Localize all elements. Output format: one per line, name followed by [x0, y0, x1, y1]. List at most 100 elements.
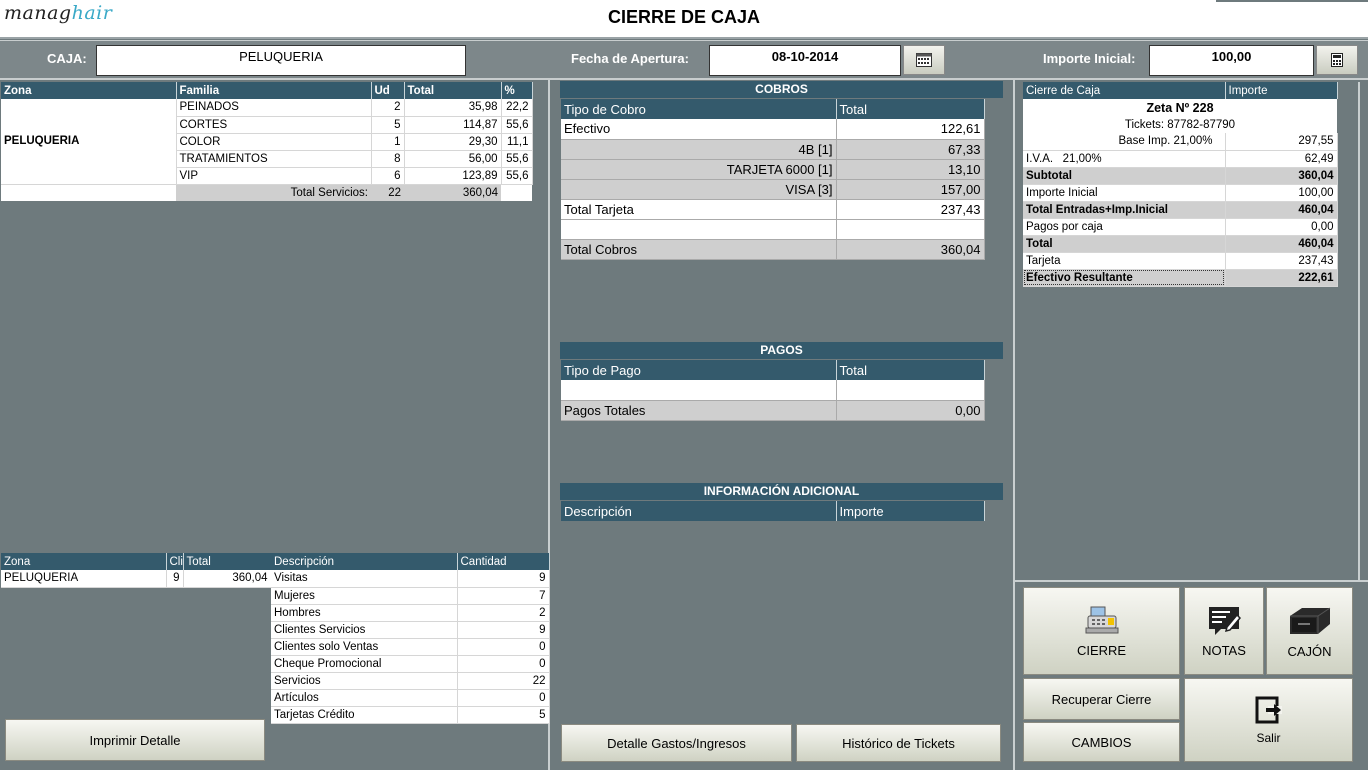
- total-cell: 114,87: [404, 116, 502, 134]
- total-servicios-label: Total Servicios:: [176, 184, 371, 201]
- pagos-table: Tipo de Pago Total Pagos Totales 0,00: [561, 360, 985, 421]
- pct-cell: 55,6: [501, 150, 533, 168]
- table-row[interactable]: 4B [1] 67,33: [561, 139, 985, 160]
- col-tipo-cobro: Tipo de Cobro: [561, 99, 837, 119]
- table-row[interactable]: Pagos por caja 0,00: [1023, 218, 1338, 236]
- total-tarjeta-label: Total Tarjeta: [561, 199, 837, 220]
- imprimir-detalle-button[interactable]: Imprimir Detalle: [5, 719, 265, 761]
- table-row[interactable]: Clientes Servicios 9: [271, 621, 550, 639]
- card-label: TARJETA 6000 [1]: [561, 159, 837, 180]
- pagos-totales-row: Pagos Totales 0,00: [561, 400, 985, 421]
- table-row[interactable]: Mujeres 7: [271, 587, 550, 605]
- historico-tickets-button[interactable]: Histórico de Tickets: [796, 724, 1001, 762]
- subtotal-value: 360,04: [1225, 167, 1338, 185]
- info-adicional-header: Descripción Importe: [561, 501, 985, 521]
- notas-button[interactable]: NOTAS: [1184, 587, 1264, 675]
- importe-inicial-field[interactable]: 100,00: [1149, 45, 1314, 76]
- calculator-button[interactable]: [1316, 45, 1358, 75]
- qty-cell: 7: [457, 587, 550, 605]
- pagos-caja-value: 0,00: [1225, 218, 1338, 236]
- fecha-apertura-field[interactable]: 08-10-2014: [709, 45, 901, 76]
- desc-cell: Clientes Servicios: [271, 621, 458, 639]
- col-total: Total: [836, 99, 985, 119]
- historico-tickets-label: Histórico de Tickets: [842, 735, 955, 751]
- familia-cell: PEINADOS: [176, 99, 372, 117]
- familia-cell: CORTES: [176, 116, 372, 134]
- caja-field[interactable]: PELUQUERIA: [96, 45, 466, 76]
- info-adicional-section-title: INFORMACIÓN ADICIONAL: [560, 483, 1003, 500]
- table-row[interactable]: Artículos 0: [271, 689, 550, 707]
- right-panel-border: [1358, 82, 1360, 582]
- table-row[interactable]: I.V.A. 21,00% 62,49: [1023, 150, 1338, 168]
- ud-cell: 8: [371, 150, 405, 168]
- calendar-button[interactable]: [903, 45, 945, 75]
- table-row[interactable]: Total 460,04: [1023, 235, 1338, 253]
- estadisticas-table: Descripción Cantidad Visitas 9 Mujeres 7 H…: [271, 553, 550, 724]
- col-cli: Cli: [166, 553, 184, 570]
- familia-cell: TRATAMIENTOS: [176, 150, 372, 168]
- card-value: 157,00: [836, 179, 985, 200]
- col-ud: Ud: [371, 82, 405, 99]
- table-row[interactable]: Efectivo Resultante 222,61: [1023, 269, 1338, 287]
- cierre-caja-header: Cierre de Caja Importe: [1023, 82, 1338, 99]
- empty-cell: [501, 184, 532, 201]
- tarjeta-value: 237,43: [1225, 252, 1338, 270]
- cajon-button[interactable]: CAJÓN: [1266, 587, 1353, 675]
- table-row[interactable]: Total Tarjeta 237,43: [561, 199, 985, 220]
- familias-table: Zona Familia Ud Total % PELUQUERIA PEINA…: [1, 82, 533, 201]
- cobros-table: Tipo de Cobro Total Efectivo 122,61 4B [1…: [561, 99, 985, 260]
- desc-cell: Mujeres: [271, 587, 458, 605]
- total-cobros-label: Total Cobros: [561, 239, 837, 260]
- table-row[interactable]: Tarjeta 237,43: [1023, 252, 1338, 270]
- desc-cell: Hombres: [271, 604, 458, 622]
- col-familia: Familia: [176, 82, 372, 99]
- table-row[interactable]: Importe Inicial 100,00: [1023, 184, 1338, 202]
- cash-drawer-icon: [1289, 607, 1330, 634]
- desc-cell: Clientes solo Ventas: [271, 638, 458, 656]
- familia-cell: VIP: [176, 167, 372, 185]
- subtotal-label: Subtotal: [1023, 167, 1226, 185]
- efectivo-label: Efectivo: [561, 119, 837, 140]
- zonas-table: Zona Cli Total PELUQUERIA 9 360,04: [1, 553, 272, 588]
- table-row[interactable]: PELUQUERIA 9 360,04: [1, 570, 272, 588]
- col-pct: %: [501, 82, 533, 99]
- table-row[interactable]: TARJETA 6000 [1] 13,10: [561, 159, 985, 180]
- table-row[interactable]: Visitas 9: [271, 570, 550, 588]
- pagos-section-title: PAGOS: [560, 342, 1003, 359]
- table-row[interactable]: Clientes solo Ventas 0: [271, 638, 550, 656]
- zeta-number: Zeta Nº 228: [1023, 99, 1337, 116]
- recuperar-cierre-button[interactable]: Recuperar Cierre: [1023, 678, 1180, 720]
- pagos-header: Tipo de Pago Total: [561, 360, 985, 380]
- cierre-button[interactable]: CIERRE: [1023, 587, 1180, 675]
- empty-cell: [836, 219, 985, 240]
- card-label: 4B [1]: [561, 139, 837, 160]
- table-row[interactable]: PELUQUERIA PEINADOS 2 35,98 22,2: [1, 99, 533, 185]
- table-row[interactable]: Base Imp. 21,00% 297,55: [1023, 133, 1338, 151]
- cambios-button[interactable]: CAMBIOS: [1023, 722, 1180, 762]
- table-row[interactable]: Hombres 2: [271, 604, 550, 622]
- table-row[interactable]: Cheque Promocional 0: [271, 655, 550, 673]
- table-row[interactable]: Subtotal 360,04: [1023, 167, 1338, 185]
- table-row[interactable]: Total Entradas+Imp.Inicial 460,04: [1023, 201, 1338, 219]
- col-tipo-pago: Tipo de Pago: [561, 360, 837, 380]
- total-entradas-value: 460,04: [1225, 201, 1338, 219]
- table-row[interactable]: Servicios 22: [271, 672, 550, 690]
- detalle-gastos-ingresos-button[interactable]: Detalle Gastos/Ingresos: [561, 724, 792, 762]
- total-tarjeta-value: 237,43: [836, 199, 985, 220]
- col-zona: Zona: [1, 82, 177, 99]
- salir-button[interactable]: Salir: [1184, 678, 1353, 762]
- total-cell: 29,30: [404, 133, 502, 151]
- iva-label: I.V.A. 21,00%: [1023, 150, 1226, 168]
- table-row[interactable]: Efectivo 122,61: [561, 119, 985, 140]
- table-row[interactable]: VISA [3] 157,00: [561, 179, 985, 200]
- pagos-totales-label: Pagos Totales: [561, 400, 837, 421]
- header-bar: CAJA: PELUQUERIA Fecha de Apertura: 08-1…: [0, 40, 1368, 80]
- efectivo-resultante-label: Efectivo Resultante: [1023, 269, 1226, 287]
- table-row[interactable]: Tarjetas Crédito 5: [271, 706, 550, 724]
- notes-icon: [1209, 606, 1241, 635]
- caja-label: CAJA:: [47, 51, 87, 66]
- cobros-header: Tipo de Cobro Total: [561, 99, 985, 119]
- ud-cell: 2: [371, 99, 405, 117]
- qty-cell: 2: [457, 604, 550, 622]
- total-cell: 123,89: [404, 167, 502, 185]
